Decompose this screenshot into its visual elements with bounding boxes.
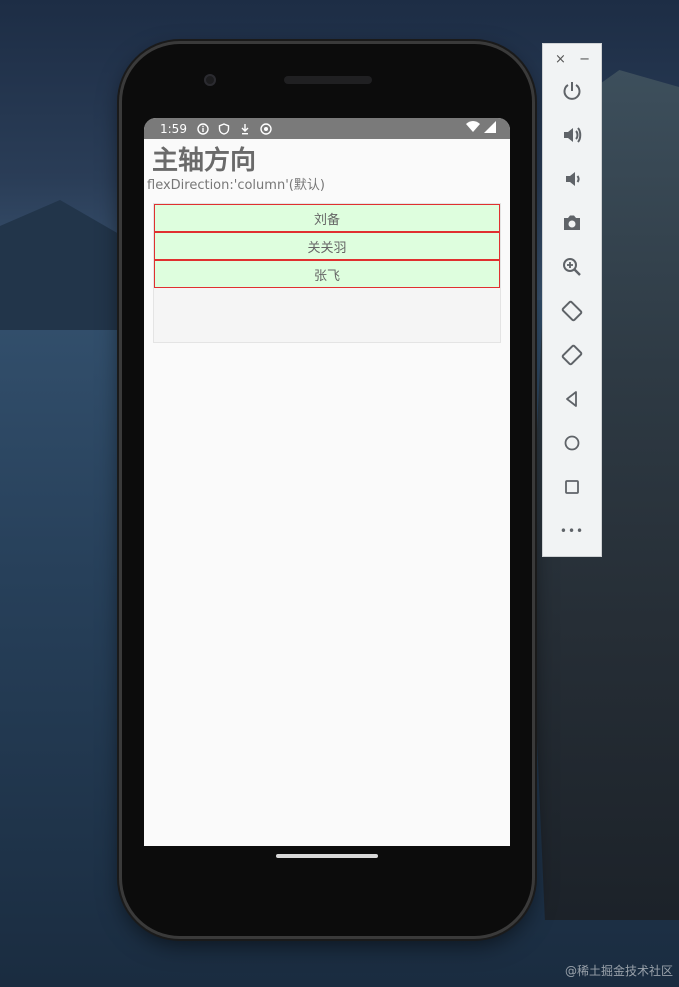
rotate-right-icon[interactable] — [557, 340, 587, 370]
volume-down-icon[interactable] — [557, 164, 587, 194]
page-subtitle: flexDirection:'column'(默认) — [147, 178, 325, 193]
status-bar: 1:59 — [144, 118, 510, 139]
back-icon[interactable] — [557, 384, 587, 414]
wifi-icon — [466, 121, 480, 136]
emulator-toolbar: × − ••• — [542, 43, 602, 557]
flex-item-liubei: 刘备 — [154, 204, 500, 232]
phone-frame: 1:59 主轴方向 flexDirection:'column'(默认) 刘备 … — [122, 44, 532, 936]
app-content: 主轴方向 flexDirection:'column'(默认) 刘备 关关羽 张… — [144, 139, 510, 343]
home-icon[interactable] — [557, 428, 587, 458]
app-notification-icon — [260, 122, 272, 135]
page-title: 主轴方向 — [152, 146, 257, 176]
download-icon — [239, 123, 251, 135]
flex-item-guanyu: 关关羽 — [154, 232, 500, 260]
phone-screen[interactable]: 1:59 主轴方向 flexDirection:'column'(默认) 刘备 … — [144, 118, 510, 846]
info-icon — [197, 122, 209, 135]
camera-icon[interactable] — [557, 208, 587, 238]
watermark: @稀土掘金技术社区 — [564, 964, 673, 978]
flex-container: 刘备 关关羽 张飞 — [153, 203, 501, 343]
power-icon[interactable] — [557, 76, 587, 106]
rotate-left-icon[interactable] — [557, 296, 587, 326]
camera-lens-icon — [204, 74, 216, 86]
phone-speaker — [284, 76, 372, 84]
volume-up-icon[interactable] — [557, 120, 587, 150]
signal-icon — [484, 121, 496, 136]
status-time: 1:59 — [160, 121, 187, 136]
flex-item-zhangfei: 张飞 — [154, 260, 500, 288]
zoom-icon[interactable] — [557, 252, 587, 282]
shield-icon — [218, 122, 230, 135]
overview-icon[interactable] — [557, 472, 587, 502]
more-icon[interactable]: ••• — [557, 516, 587, 546]
minimize-icon[interactable]: − — [579, 52, 590, 67]
home-indicator[interactable] — [276, 854, 378, 858]
close-icon[interactable]: × — [555, 52, 566, 67]
